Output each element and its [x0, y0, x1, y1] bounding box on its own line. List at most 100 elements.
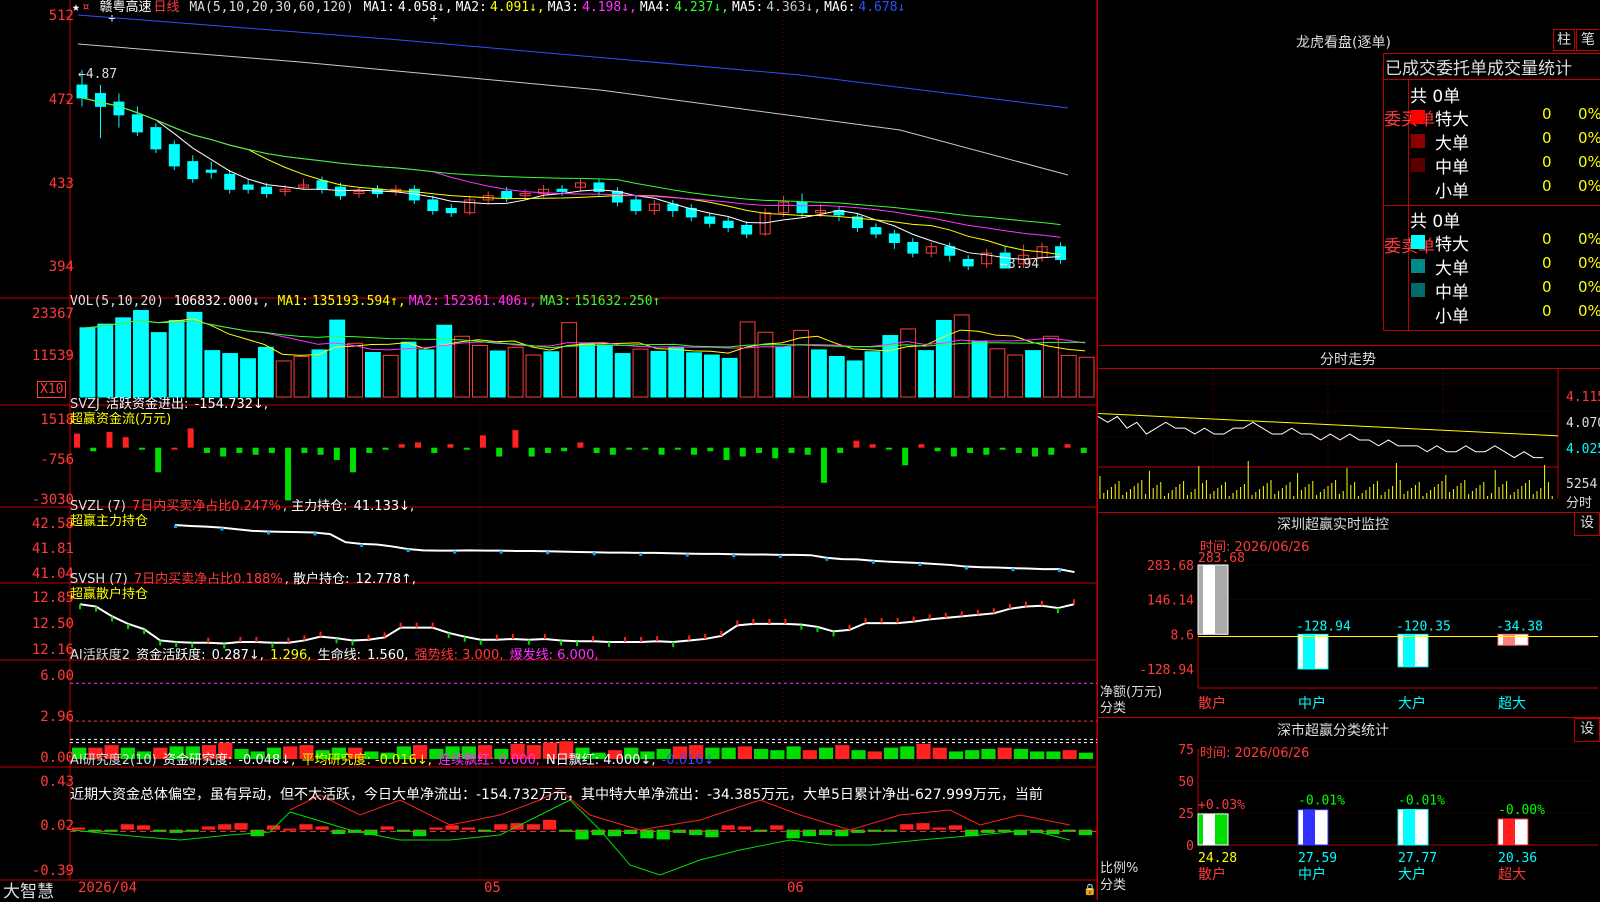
candle-body — [741, 224, 753, 235]
volume-bar — [257, 346, 274, 398]
main-force-point — [313, 532, 317, 536]
retail-tick — [511, 633, 514, 639]
fund-flow-bar — [285, 447, 292, 501]
fund-flow-bar — [1064, 444, 1071, 448]
retail-tick — [335, 638, 338, 644]
fund-flow-bar — [885, 447, 892, 450]
legend-swatch — [1411, 158, 1425, 172]
stats-y-tick: 75 — [1178, 743, 1194, 758]
research-bar — [737, 826, 751, 830]
volume-bar — [971, 340, 988, 398]
svzj-header: SVZJ 活跃资金进出: -154.732↓, — [70, 397, 270, 412]
moving-average-lines — [77, 14, 1069, 260]
retail-tick — [303, 635, 306, 641]
activity-bar — [1046, 751, 1061, 759]
fund-flow-bar — [1032, 447, 1039, 457]
retail-tick — [431, 622, 434, 628]
intraday-avg-line — [1098, 412, 1559, 437]
retail-tick — [399, 622, 402, 628]
retail-tick — [1008, 603, 1011, 609]
svsh-net-ratio: 7日内买卖净占比0.188% — [133, 572, 283, 587]
bar-view-tab[interactable]: 柱 — [1553, 29, 1575, 51]
activity-bar — [916, 743, 931, 759]
svzl-label: 主力持仓: — [291, 499, 348, 514]
candle-body — [113, 101, 125, 116]
order-pct: 0% — [1578, 129, 1600, 147]
fund-flow-bar — [723, 447, 730, 461]
vol-ma-label-2: MA2: — [408, 294, 441, 309]
main-force-point — [267, 531, 271, 535]
volume-bar — [204, 350, 221, 398]
candle-body — [556, 188, 568, 192]
research-bar — [916, 823, 930, 830]
ai1-label: 资金活跃度: — [136, 648, 206, 663]
fund-flow-bar — [707, 447, 714, 452]
ai1-tick: 0.00 — [40, 750, 74, 766]
sell-side-label: 委卖单 — [1384, 237, 1435, 257]
buy-total: 共 0单 — [1410, 87, 1461, 107]
volume-bar — [115, 317, 132, 398]
candle-body — [427, 199, 439, 212]
retail-tick — [912, 616, 915, 622]
volume-bar — [1025, 350, 1041, 398]
star-icon[interactable]: ★ — [72, 0, 80, 15]
legend-swatch — [1411, 235, 1425, 249]
retail-tick — [495, 634, 498, 640]
retail-tick — [479, 639, 482, 645]
retail-tick — [704, 633, 707, 639]
lock-icon[interactable]: 🔒 — [1083, 883, 1097, 896]
order-name: 小单 — [1435, 307, 1469, 327]
retail-tick — [640, 636, 643, 642]
high-price-marker: ←4.87 — [78, 67, 118, 82]
ma-value-6: 4.678↓ — [858, 0, 906, 15]
volume-bar — [133, 310, 149, 398]
monitor-xlabel: 分类 — [1100, 701, 1127, 716]
intraday-unit: 分时 — [1566, 496, 1593, 511]
activity-bar — [737, 746, 752, 759]
svzl-tick: 41.04 — [31, 566, 74, 582]
stats-y-tick: 25 — [1178, 807, 1194, 822]
research-green-line — [71, 799, 1071, 876]
svzj-subtitle: 超赢资金流(万元) — [70, 412, 172, 427]
volume-bar — [222, 353, 239, 398]
order-pct: 0% — [1578, 254, 1600, 272]
monitor-value-label: -34.38 — [1496, 619, 1543, 634]
ai2-title: AI研究度2(10) — [70, 753, 157, 768]
fund-flow-bar — [382, 447, 389, 450]
retail-tick — [175, 641, 178, 647]
activity-bar — [818, 747, 834, 759]
research-bar — [542, 819, 557, 830]
main-force-series — [174, 524, 1075, 574]
price-tick: 472 — [48, 92, 74, 108]
volume-bar — [596, 344, 613, 398]
tick-view-tab[interactable]: 笔 — [1576, 29, 1599, 51]
fund-flow-bar — [853, 440, 860, 448]
svzl-title: SVZL (7) — [70, 499, 126, 514]
retail-tick — [688, 635, 691, 641]
volume-bar — [489, 350, 506, 398]
fund-flow-bar — [350, 447, 357, 473]
volume-bar — [793, 329, 810, 398]
ai2-comment: 近期大资金总体偏空，虽有异动，但不太活跃，今日大单净流出：-154.732万元，… — [70, 787, 1043, 803]
flag-icon[interactable]: ¤ — [82, 0, 90, 15]
period-label[interactable]: 日线 — [154, 0, 180, 15]
intraday-chart[interactable] — [1098, 369, 1600, 514]
stats-xlabel: 分类 — [1100, 878, 1127, 893]
dragon-title: 龙虎看盘(逐单) — [1296, 35, 1391, 51]
retail-tick — [720, 630, 723, 636]
svsh-label: 散户持仓: — [292, 572, 350, 587]
research-bar — [948, 825, 963, 830]
monitor-y-tick: -128.94 — [1139, 663, 1194, 678]
monitor-y-tick: 8.6 — [1171, 628, 1194, 643]
order-pct: 0% — [1578, 153, 1600, 171]
activity-bar — [1013, 748, 1029, 759]
retail-tick — [239, 636, 242, 642]
stats-change-label: -0.01% — [1298, 794, 1345, 809]
retail-tick — [111, 616, 114, 622]
volume-bar — [168, 319, 185, 398]
research-bar — [380, 826, 394, 830]
candle-body — [334, 186, 346, 197]
candle-body — [445, 207, 457, 214]
volume-bar — [507, 346, 524, 398]
fund-flow-bar — [415, 442, 421, 448]
